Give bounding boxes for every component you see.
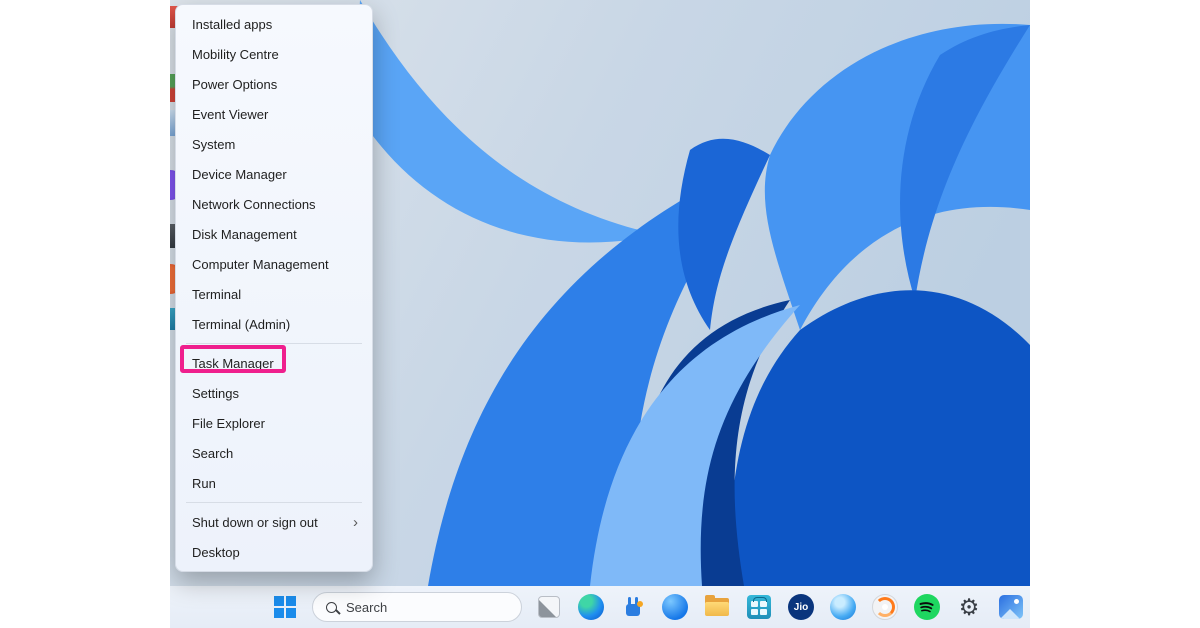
photos-app-icon[interactable] [996,592,1026,622]
screenshot-canvas: Installed apps Mobility Centre Power Opt… [0,0,1200,628]
edge-beta-icon[interactable] [828,592,858,622]
gear-icon: ⚙ [959,596,980,619]
jio-app-icon[interactable]: Jio [786,592,816,622]
desktop[interactable]: Installed apps Mobility Centre Power Opt… [170,0,1030,628]
menu-item-mobility-centre[interactable]: Mobility Centre [176,39,372,69]
menu-item-search[interactable]: Search [176,438,372,468]
menu-separator [186,502,362,503]
storefront-icon [747,595,771,619]
store-app-icon[interactable] [744,592,774,622]
winx-menu: Installed apps Mobility Centre Power Opt… [175,4,373,572]
jio-logo-icon: Jio [788,594,814,620]
menu-item-terminal-admin[interactable]: Terminal (Admin) [176,309,372,339]
menu-item-task-manager[interactable]: Task Manager [176,348,372,378]
dev-plug-app-icon[interactable] [618,592,648,622]
menu-separator [186,343,362,344]
edge-browser-icon[interactable] [576,592,606,622]
window-frame-icon [538,596,560,618]
menu-item-power-options[interactable]: Power Options [176,69,372,99]
windows-logo-icon [274,596,296,618]
menu-item-installed-apps[interactable]: Installed apps [176,9,372,39]
taskbar-search-box[interactable]: Search [312,592,522,622]
menu-item-label: Shut down or sign out [192,515,318,530]
menu-item-terminal[interactable]: Terminal [176,279,372,309]
menu-item-shutdown[interactable]: Shut down or sign out › [176,507,372,537]
window-app-icon[interactable] [534,592,564,622]
menu-item-desktop[interactable]: Desktop [176,537,372,567]
light-blue-swirl-icon [830,594,856,620]
menu-item-file-explorer[interactable]: File Explorer [176,408,372,438]
chevron-right-icon: › [353,515,358,530]
file-explorer-icon[interactable] [702,592,732,622]
edge-swirl-icon [578,594,604,620]
menu-item-network-connections[interactable]: Network Connections [176,189,372,219]
menu-item-device-manager[interactable]: Device Manager [176,159,372,189]
settings-app-icon[interactable]: ⚙ [954,592,984,622]
taskbar: Search [170,586,1030,628]
plug-icon [625,597,641,617]
search-placeholder: Search [346,600,387,615]
menu-item-disk-management[interactable]: Disk Management [176,219,372,249]
mountain-photo-icon [999,595,1023,619]
start-button[interactable] [270,592,300,622]
folder-icon [705,598,729,617]
messaging-app-icon[interactable] [660,592,690,622]
blue-circle-icon [662,594,688,620]
menu-item-computer-management[interactable]: Computer Management [176,249,372,279]
orange-ring-icon [872,594,898,620]
browser-update-icon[interactable] [870,592,900,622]
spotify-icon[interactable] [912,592,942,622]
menu-item-run[interactable]: Run [176,468,372,498]
menu-item-system[interactable]: System [176,129,372,159]
menu-item-settings[interactable]: Settings [176,378,372,408]
search-icon [326,602,337,613]
spotify-logo-icon [914,594,940,620]
menu-item-event-viewer[interactable]: Event Viewer [176,99,372,129]
